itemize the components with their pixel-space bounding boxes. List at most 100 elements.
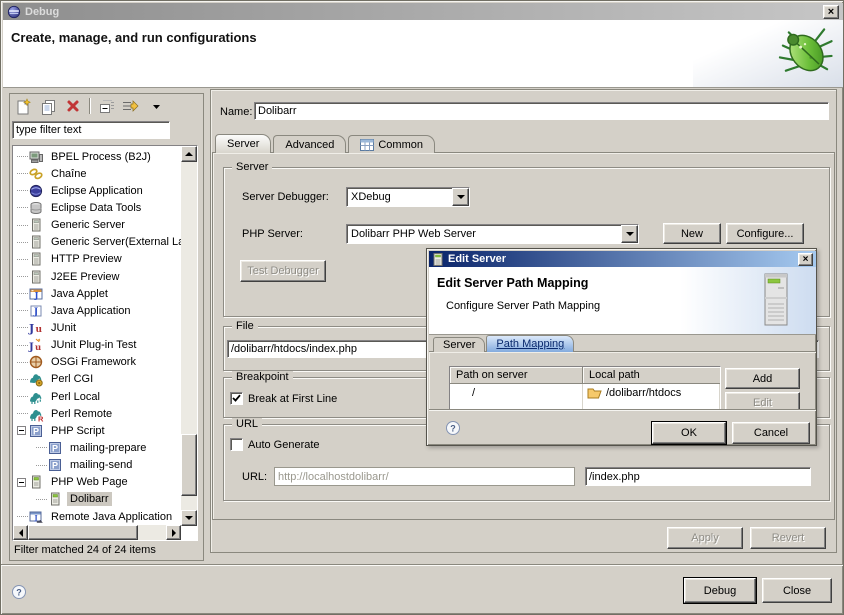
filter-status: Filter matched 24 of 24 items xyxy=(14,544,156,556)
tree-item[interactable]: BPEL Process (B2J) xyxy=(14,148,181,165)
tree-box: BPEL Process (B2J)ChaîneEclipse Applicat… xyxy=(12,145,198,541)
new-config-button[interactable] xyxy=(14,97,32,115)
dialog-heading: Create, manage, and run configurations xyxy=(11,30,257,45)
tree-item-label: Generic Server(External La xyxy=(48,235,181,249)
tree-item[interactable]: R Perl Remote xyxy=(14,405,181,422)
server-icon xyxy=(432,253,444,266)
scroll-right-button[interactable] xyxy=(166,525,181,540)
tab-server[interactable]: Server xyxy=(215,134,271,153)
arrow-left-icon xyxy=(19,529,23,537)
tree-connector xyxy=(17,259,28,260)
name-input[interactable] xyxy=(254,102,829,120)
tree-item-label: mailing-send xyxy=(67,458,135,472)
debug-button[interactable]: Debug xyxy=(684,578,756,603)
help-icon[interactable]: ? xyxy=(445,420,461,436)
perl-remote-icon: R xyxy=(28,406,44,422)
tree-item[interactable]: Generic Server xyxy=(14,217,181,234)
svg-text:J: J xyxy=(28,322,34,335)
tree-item[interactable]: Generic Server(External La xyxy=(14,234,181,251)
svg-text:P: P xyxy=(52,461,58,471)
tab-path-mapping[interactable]: Path Mapping xyxy=(486,335,574,352)
tree-item[interactable]: Pmailing-prepare xyxy=(14,439,181,456)
tree-item[interactable]: JJava Applet xyxy=(14,285,181,302)
server-icon xyxy=(28,251,44,267)
tree-item[interactable]: Eclipse Application xyxy=(14,182,181,199)
tree-item[interactable]: Eclipse Data Tools xyxy=(14,199,181,216)
tree-item-label: Remote Java Application xyxy=(48,510,175,524)
edit-server-banner: Edit Server Path Mapping Configure Serve… xyxy=(429,267,816,335)
scroll-left-button[interactable] xyxy=(13,525,28,540)
dropdown-arrow-button[interactable] xyxy=(147,97,165,115)
tree-connector xyxy=(17,190,28,191)
filter-button[interactable] xyxy=(122,97,140,115)
tab-advanced[interactable]: Advanced xyxy=(273,135,346,153)
table-row[interactable]: / /dolibarr/htdocs xyxy=(450,384,720,401)
cancel-button[interactable]: Cancel xyxy=(732,422,810,444)
tree-item[interactable]: PHP Web Page xyxy=(14,474,181,491)
svg-text:u: u xyxy=(35,343,41,353)
tree-item[interactable]: Perl CGI xyxy=(14,371,181,388)
tree-connector xyxy=(17,310,28,311)
folder-icon xyxy=(587,386,602,399)
ok-button[interactable]: OK xyxy=(652,422,726,444)
scroll-down-button[interactable] xyxy=(181,510,197,526)
tree-item[interactable]: Perl Local xyxy=(14,388,181,405)
add-mapping-button[interactable]: Add xyxy=(725,368,800,389)
local-path-cell: /dolibarr/htdocs xyxy=(583,384,720,401)
svg-text:P: P xyxy=(52,443,58,453)
header-banner: Create, manage, and run configurations xyxy=(3,20,843,88)
tree-connector xyxy=(17,242,28,243)
tree-item-label: Perl Remote xyxy=(48,407,115,421)
arrow-down-icon xyxy=(185,516,193,520)
tree-item[interactable]: JuJUnit xyxy=(14,319,181,336)
duplicate-button[interactable] xyxy=(39,97,57,115)
server-icon xyxy=(28,269,44,285)
perl-cgi-icon xyxy=(28,371,44,387)
collapse-toggle[interactable] xyxy=(17,478,26,487)
tree-item[interactable]: Dolibarr xyxy=(14,491,181,508)
vertical-scroll-thumb[interactable] xyxy=(181,434,197,496)
revert-button[interactable]: Revert xyxy=(750,527,826,549)
tree-connector xyxy=(17,516,28,517)
tree-item[interactable]: OSGi Framework xyxy=(14,354,181,371)
table-icon xyxy=(360,139,374,151)
edit-server-title: Edit Server xyxy=(448,253,794,265)
tree-item[interactable]: JuJUnit Plug-in Test xyxy=(14,337,181,354)
help-icon[interactable]: ? xyxy=(11,584,27,600)
tree-item-label: Dolibarr xyxy=(67,492,112,506)
path-mapping-table[interactable]: Path on server Local path / /dolibarr/ht… xyxy=(449,366,721,409)
collapse-toggle[interactable] xyxy=(17,426,26,435)
column-header-local: Local path xyxy=(583,367,720,384)
horizontal-scroll-thumb[interactable] xyxy=(28,525,138,540)
tab-common[interactable]: Common xyxy=(348,135,435,153)
tree-item-label: mailing-prepare xyxy=(67,441,149,455)
java-app-icon: J xyxy=(28,303,44,319)
collapse-all-button[interactable] xyxy=(97,97,115,115)
apply-button[interactable]: Apply xyxy=(667,527,743,549)
tree-item-label: Java Application xyxy=(48,304,134,318)
scroll-up-button[interactable] xyxy=(181,146,197,162)
svg-text:J: J xyxy=(34,514,38,522)
filter-input[interactable] xyxy=(12,121,170,139)
tree-item[interactable]: J Java Application xyxy=(14,302,181,319)
tree-item[interactable]: HTTP Preview xyxy=(14,251,181,268)
tree-item[interactable]: J2EE Preview xyxy=(14,268,181,285)
tree-item[interactable]: Chaîne xyxy=(14,165,181,182)
tree-item-label: BPEL Process (B2J) xyxy=(48,150,154,164)
tree-item[interactable]: PPHP Script xyxy=(14,422,181,439)
close-button[interactable]: Close xyxy=(762,578,832,603)
window-close-button[interactable]: × xyxy=(823,5,839,19)
php-web-page-icon xyxy=(47,491,63,507)
tree-item[interactable]: J Remote Java Application xyxy=(14,508,181,525)
table-row-empty xyxy=(450,401,720,409)
debug-dialog: Debug × Create, manage, and run configur… xyxy=(0,0,844,615)
edit-mapping-button[interactable]: Edit xyxy=(725,392,800,409)
configurations-panel: BPEL Process (B2J)ChaîneEclipse Applicat… xyxy=(9,93,204,561)
tree-item-label: PHP Script xyxy=(48,424,108,438)
tab-edit-server[interactable]: Server xyxy=(433,337,485,352)
tree-item[interactable]: Pmailing-send xyxy=(14,457,181,474)
tree-horizontal-scrollbar[interactable] xyxy=(13,525,181,540)
delete-button[interactable] xyxy=(64,97,82,115)
tree-vertical-scrollbar[interactable] xyxy=(181,146,197,526)
edit-server-close-button[interactable]: × xyxy=(798,253,813,266)
